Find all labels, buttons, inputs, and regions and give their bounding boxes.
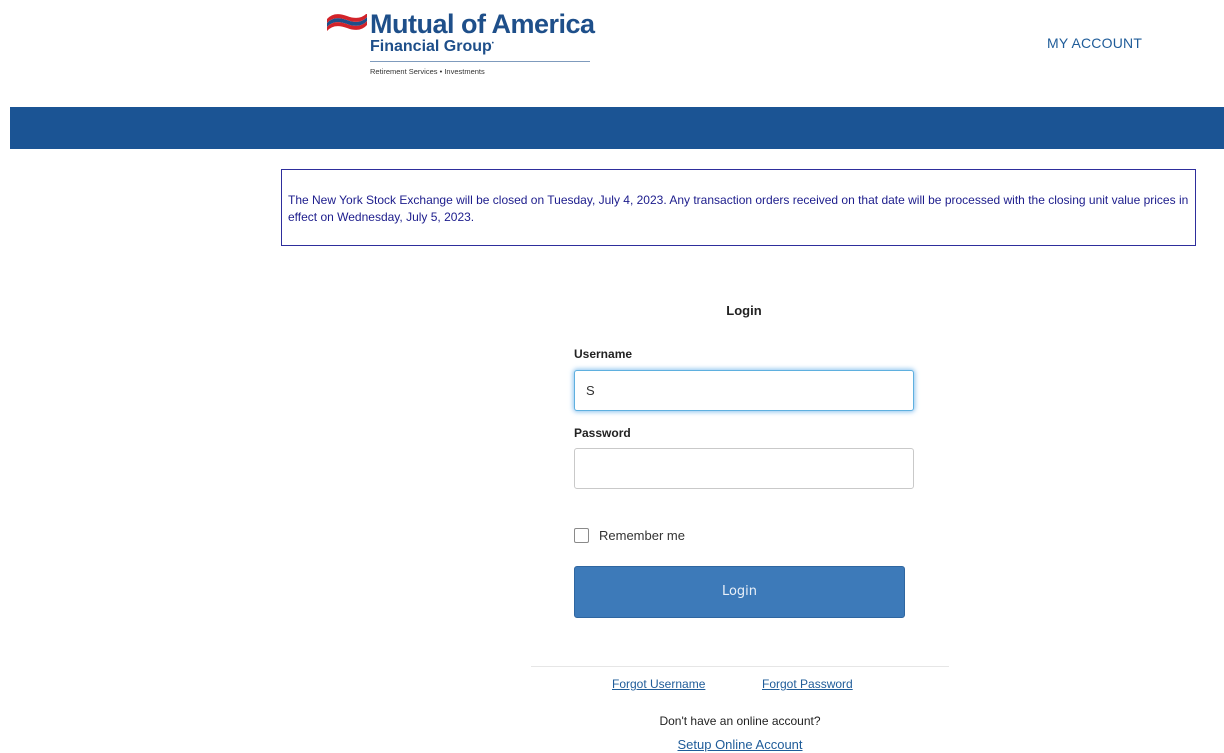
site-header: Mutual of America Financial Group• Retir… <box>0 0 1224 107</box>
logo-name: Mutual of America <box>370 9 595 39</box>
username-input[interactable] <box>574 370 914 411</box>
divider <box>531 666 949 667</box>
forgot-password-link[interactable]: Forgot Password <box>762 677 853 691</box>
flag-icon <box>327 14 367 31</box>
password-label: Password <box>574 426 631 440</box>
logo-divider <box>370 61 590 62</box>
login-button[interactable]: Login <box>574 566 905 618</box>
username-label: Username <box>574 347 633 361</box>
nav-banner <box>10 107 1224 149</box>
logo-subname: Financial Group• <box>370 38 494 55</box>
forgot-username-link[interactable]: Forgot Username <box>612 677 705 691</box>
no-account-text: Don't have an online account? <box>659 714 821 728</box>
market-closure-notice: The New York Stock Exchange will be clos… <box>281 169 1196 246</box>
my-account-link[interactable]: MY ACCOUNT <box>1047 35 1142 51</box>
logo-tagline: Retirement Services • Investments <box>370 67 485 76</box>
password-input[interactable] <box>574 448 914 489</box>
remember-me-label: Remember me <box>599 528 685 543</box>
remember-me-checkbox[interactable] <box>574 528 589 543</box>
login-heading: Login <box>726 303 762 318</box>
setup-online-account-link[interactable]: Setup Online Account <box>531 737 949 752</box>
company-logo[interactable]: Mutual of America Financial Group• Retir… <box>326 9 595 82</box>
remember-me-row[interactable]: Remember me <box>574 528 685 543</box>
